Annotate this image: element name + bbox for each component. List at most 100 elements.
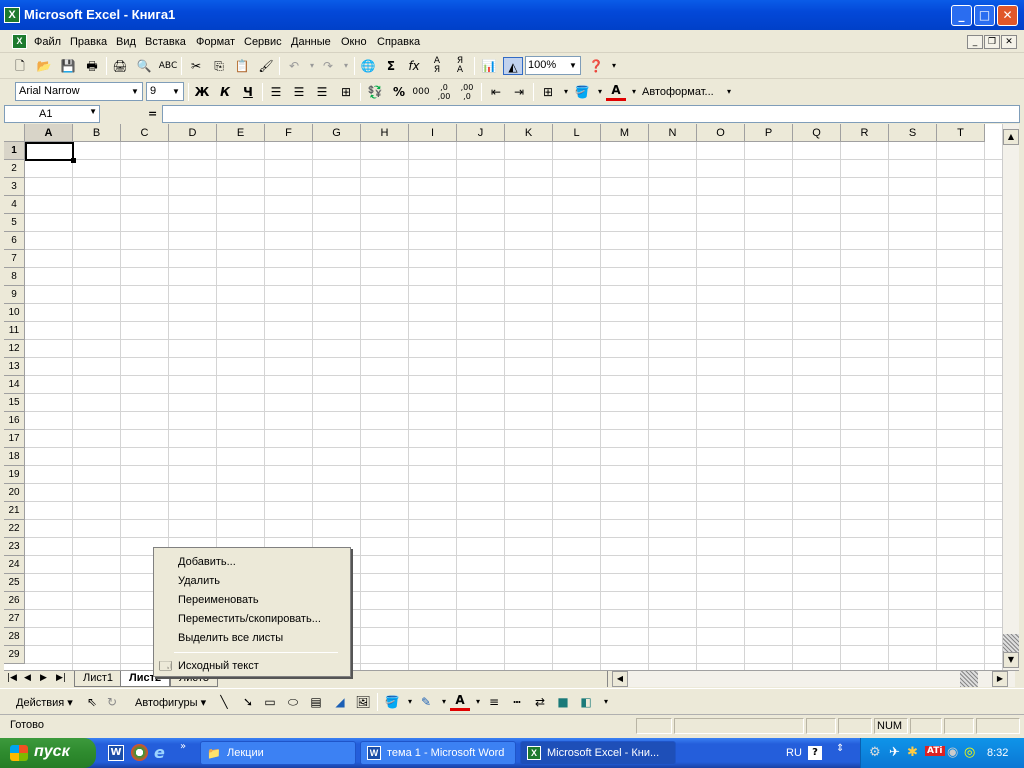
column-header[interactable]: H — [361, 124, 409, 142]
start-button[interactable]: пуск — [0, 738, 96, 768]
column-header[interactable]: M — [601, 124, 649, 142]
close-button[interactable]: ✕ — [997, 5, 1018, 26]
vertical-scrollbar[interactable]: ▲ ▼ — [1002, 124, 1019, 670]
increase-indent-icon[interactable]: ⇥ — [509, 83, 529, 101]
row-header[interactable]: 11 — [4, 322, 25, 340]
menu-format[interactable]: Формат — [196, 36, 235, 48]
decrease-indent-icon[interactable]: ⇤ — [486, 83, 506, 101]
percent-icon[interactable]: % — [389, 83, 409, 101]
menu-item-view-code[interactable]: Исходный текст — [178, 660, 259, 672]
spelling-icon[interactable]: ABC — [158, 57, 178, 75]
column-header[interactable]: A — [25, 124, 73, 142]
menu-item-delete[interactable]: Удалить — [178, 575, 220, 587]
column-header[interactable]: G — [313, 124, 361, 142]
print-icon[interactable]: 🖨 — [110, 57, 130, 75]
menu-tools[interactable]: Сервис — [244, 36, 282, 48]
tray-icon-2[interactable]: ✈ — [889, 745, 900, 760]
scroll-up-icon[interactable]: ▲ — [1003, 129, 1019, 145]
oval-icon[interactable]: ⬭ — [283, 693, 303, 711]
drawing-icon[interactable]: ◭ — [503, 57, 523, 75]
open-icon[interactable]: 📂 — [34, 57, 54, 75]
doc-restore-button[interactable]: ❐ — [984, 35, 1000, 49]
format-painter-icon[interactable]: 🖌 — [256, 57, 276, 75]
doc-close-button[interactable]: ✕ — [1001, 35, 1017, 49]
fill-handle[interactable] — [71, 158, 76, 163]
help-icon[interactable]: ❓ — [586, 57, 606, 75]
task-excel[interactable]: X Microsoft Excel - Кни... — [520, 741, 676, 765]
underline-button[interactable]: Ч — [238, 83, 258, 101]
clipart-icon[interactable]: 🖼 — [353, 693, 373, 711]
task-folder[interactable]: 📁 Лекции — [200, 741, 356, 765]
line-color-icon[interactable]: ✎ — [416, 693, 436, 711]
zoom-select[interactable]: 100% ▼ — [525, 56, 581, 75]
autoshapes-menu[interactable]: Автофигуры ▾ — [135, 696, 206, 709]
language-bar-icon[interactable]: ⇕ — [836, 743, 844, 754]
column-header[interactable]: L — [553, 124, 601, 142]
tray-icon-6[interactable]: ◎ — [964, 745, 975, 760]
equals-sign[interactable]: = — [148, 107, 157, 120]
column-header[interactable]: T — [937, 124, 985, 142]
row-header[interactable]: 16 — [4, 412, 25, 430]
split-box[interactable] — [1003, 634, 1019, 652]
function-icon[interactable]: fx — [404, 57, 424, 75]
row-header[interactable]: 24 — [4, 556, 25, 574]
new-icon[interactable]: 🗋 — [10, 57, 30, 75]
decrease-decimal-icon[interactable]: ,00,0 — [457, 83, 477, 101]
fill-color-icon[interactable]: 🪣 — [382, 693, 402, 711]
select-objects-icon[interactable]: ⇖ — [82, 693, 102, 711]
font-color-dropdown-icon[interactable]: ▾ — [624, 83, 644, 101]
scroll-left-icon[interactable]: ◀ — [612, 671, 628, 687]
borders-icon[interactable]: ⊞ — [538, 83, 558, 101]
copy-icon[interactable]: ⎘ — [209, 57, 229, 75]
shadow-icon[interactable]: ■ — [553, 693, 573, 711]
language-help-icon[interactable]: ? — [808, 746, 822, 760]
font-color-icon[interactable]: A — [606, 83, 626, 101]
row-header[interactable]: 26 — [4, 592, 25, 610]
row-header[interactable]: 23 — [4, 538, 25, 556]
undo-icon[interactable]: ↶ — [284, 57, 304, 75]
column-header[interactable]: J — [457, 124, 505, 142]
column-header[interactable]: O — [697, 124, 745, 142]
row-header[interactable]: 14 — [4, 376, 25, 394]
row-header[interactable]: 29 — [4, 646, 25, 664]
column-header[interactable]: N — [649, 124, 697, 142]
menu-window[interactable]: Окно — [341, 36, 367, 48]
arrow-style-icon[interactable]: ⇄ — [530, 693, 550, 711]
row-header[interactable]: 8 — [4, 268, 25, 286]
redo-dropdown-icon[interactable]: ▾ — [336, 57, 356, 75]
row-header[interactable]: 12 — [4, 340, 25, 358]
increase-decimal-icon[interactable]: ,0,00 — [434, 83, 454, 101]
name-box[interactable]: A1 ▼ — [4, 105, 100, 123]
hyperlink-icon[interactable]: 🌐 — [358, 57, 378, 75]
draw-actions-menu[interactable]: Действия ▾ — [16, 696, 73, 709]
column-header[interactable]: I — [409, 124, 457, 142]
row-header[interactable]: 6 — [4, 232, 25, 250]
textbox-icon[interactable]: ▤ — [306, 693, 326, 711]
currency-icon[interactable]: 💱 — [365, 83, 385, 101]
minimize-button[interactable]: _ — [951, 5, 972, 26]
scroll-right-icon[interactable]: ▶ — [992, 671, 1008, 687]
language-indicator[interactable]: RU — [786, 747, 802, 759]
menu-item-move-copy[interactable]: Переместить/скопировать... — [178, 613, 321, 625]
excel-icon[interactable]: X — [4, 7, 20, 23]
redo-icon[interactable]: ↷ — [318, 57, 338, 75]
menu-insert[interactable]: Вставка — [145, 36, 186, 48]
row-header[interactable]: 21 — [4, 502, 25, 520]
wordart-icon[interactable]: ◢ — [330, 693, 350, 711]
merge-center-icon[interactable]: ⊞ — [336, 83, 356, 101]
row-header[interactable]: 25 — [4, 574, 25, 592]
row-header[interactable]: 1 — [4, 142, 25, 160]
menu-item-rename[interactable]: Переименовать — [178, 594, 259, 606]
line-style-icon[interactable]: ≡ — [484, 693, 504, 711]
column-header[interactable]: D — [169, 124, 217, 142]
bold-button[interactable]: Ж — [192, 83, 212, 101]
column-header[interactable]: E — [217, 124, 265, 142]
doc-minimize-button[interactable]: _ — [967, 35, 983, 49]
formula-input[interactable] — [162, 105, 1020, 123]
column-header[interactable]: S — [889, 124, 937, 142]
clock[interactable]: 8:32 — [987, 747, 1008, 759]
chart-wizard-icon[interactable]: 📊 — [479, 57, 499, 75]
row-header[interactable]: 18 — [4, 448, 25, 466]
menu-item-select-all-sheets[interactable]: Выделить все листы — [178, 632, 283, 644]
row-header[interactable]: 10 — [4, 304, 25, 322]
